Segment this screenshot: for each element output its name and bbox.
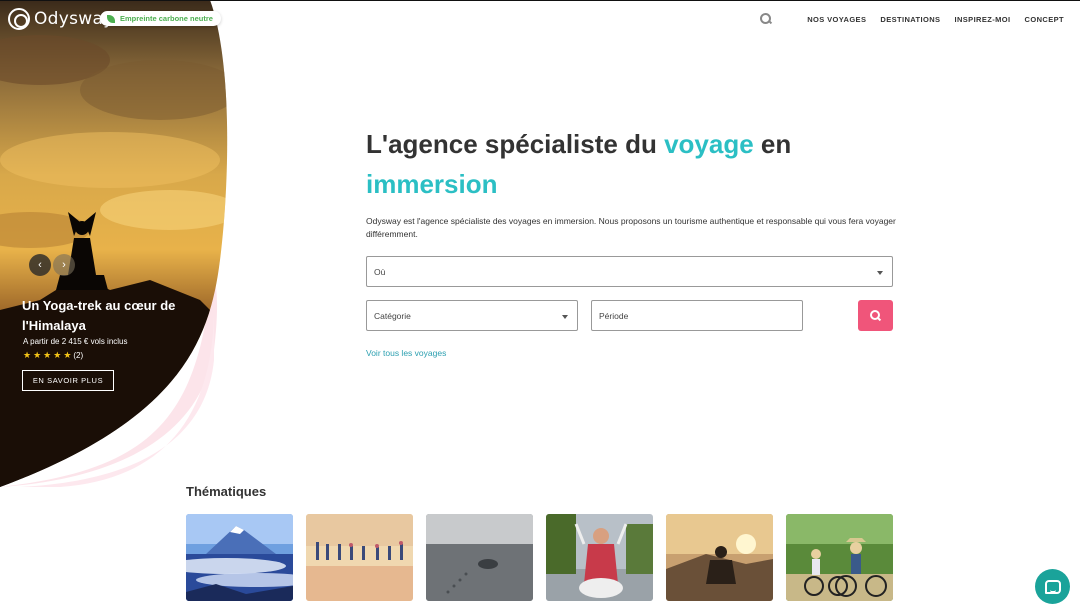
- leaf-icon: [107, 14, 115, 23]
- chevron-right-icon: ›: [62, 259, 66, 271]
- headline-text: en: [753, 129, 792, 159]
- slide-title: Un Yoga-trek au cœur de l'Himalaya: [22, 298, 176, 333]
- intro-text: Odysway est l'agence spécialiste des voy…: [366, 216, 896, 239]
- learn-more-button[interactable]: EN SAVOIR PLUS: [22, 370, 114, 391]
- chevron-down-icon: [877, 270, 883, 275]
- category-select-label: Catégorie: [374, 310, 411, 321]
- star-icon: ★: [63, 350, 72, 360]
- star-icon: ★: [43, 350, 52, 360]
- destination-select-label: Où: [374, 266, 386, 277]
- theme-card-mountains[interactable]: [186, 514, 293, 601]
- headline-accent: immersion: [366, 169, 498, 199]
- headline-accent: voyage: [664, 129, 754, 159]
- all-trips-link[interactable]: Voir tous les voyages: [366, 348, 446, 358]
- review-count: (2): [73, 351, 84, 360]
- themes-title: Thématiques: [186, 484, 267, 499]
- chevron-down-icon: [562, 314, 568, 319]
- chevron-left-icon: ‹: [38, 259, 42, 271]
- slide-rating: ★ ★ ★ ★ ★ (2): [23, 350, 83, 361]
- search-icon: [870, 310, 881, 321]
- page-title: L'agence spécialiste du voyage en immers…: [366, 124, 886, 204]
- theme-card-turtle[interactable]: [426, 514, 533, 601]
- star-icon: ★: [53, 350, 62, 360]
- logo[interactable]: Odysway: [8, 8, 114, 30]
- main-nav: NOS VOYAGES DESTINATIONS INSPIREZ-MOI CO…: [759, 12, 1064, 26]
- category-select[interactable]: Catégorie: [366, 300, 578, 331]
- theme-card-beach-run[interactable]: [306, 514, 413, 601]
- nav-item-concept[interactable]: CONCEPT: [1025, 15, 1064, 24]
- period-input-label: Période: [599, 310, 629, 321]
- chat-bubble-icon: [1044, 579, 1061, 594]
- star-icon: ★: [33, 350, 42, 360]
- destination-select[interactable]: Où: [366, 256, 893, 287]
- theme-card-meditation[interactable]: [666, 514, 773, 601]
- theme-card-cycling[interactable]: [786, 514, 893, 601]
- top-border: [0, 0, 1080, 1]
- slider-prev-button[interactable]: ‹: [29, 254, 51, 276]
- slider-next-button[interactable]: ›: [53, 254, 75, 276]
- nav-item-inspirez-moi[interactable]: INSPIREZ-MOI: [954, 15, 1010, 24]
- logo-icon: [8, 8, 30, 30]
- period-input[interactable]: Période: [591, 300, 803, 331]
- chat-button[interactable]: [1035, 569, 1070, 604]
- nav-item-destinations[interactable]: DESTINATIONS: [880, 15, 940, 24]
- slide-price: A partir de 2 415 € vols inclus: [23, 337, 128, 346]
- carbon-badge-label: Empreinte carbone neutre: [120, 14, 213, 23]
- headline-text: L'agence spécialiste du: [366, 129, 665, 159]
- theme-card-reindeer[interactable]: [546, 514, 653, 601]
- nav-item-nos-voyages[interactable]: NOS VOYAGES: [807, 15, 866, 24]
- search-icon[interactable]: [759, 12, 773, 26]
- carbon-neutral-badge: Empreinte carbone neutre: [100, 11, 221, 26]
- star-icon: ★: [23, 350, 32, 360]
- search-button[interactable]: [858, 300, 893, 331]
